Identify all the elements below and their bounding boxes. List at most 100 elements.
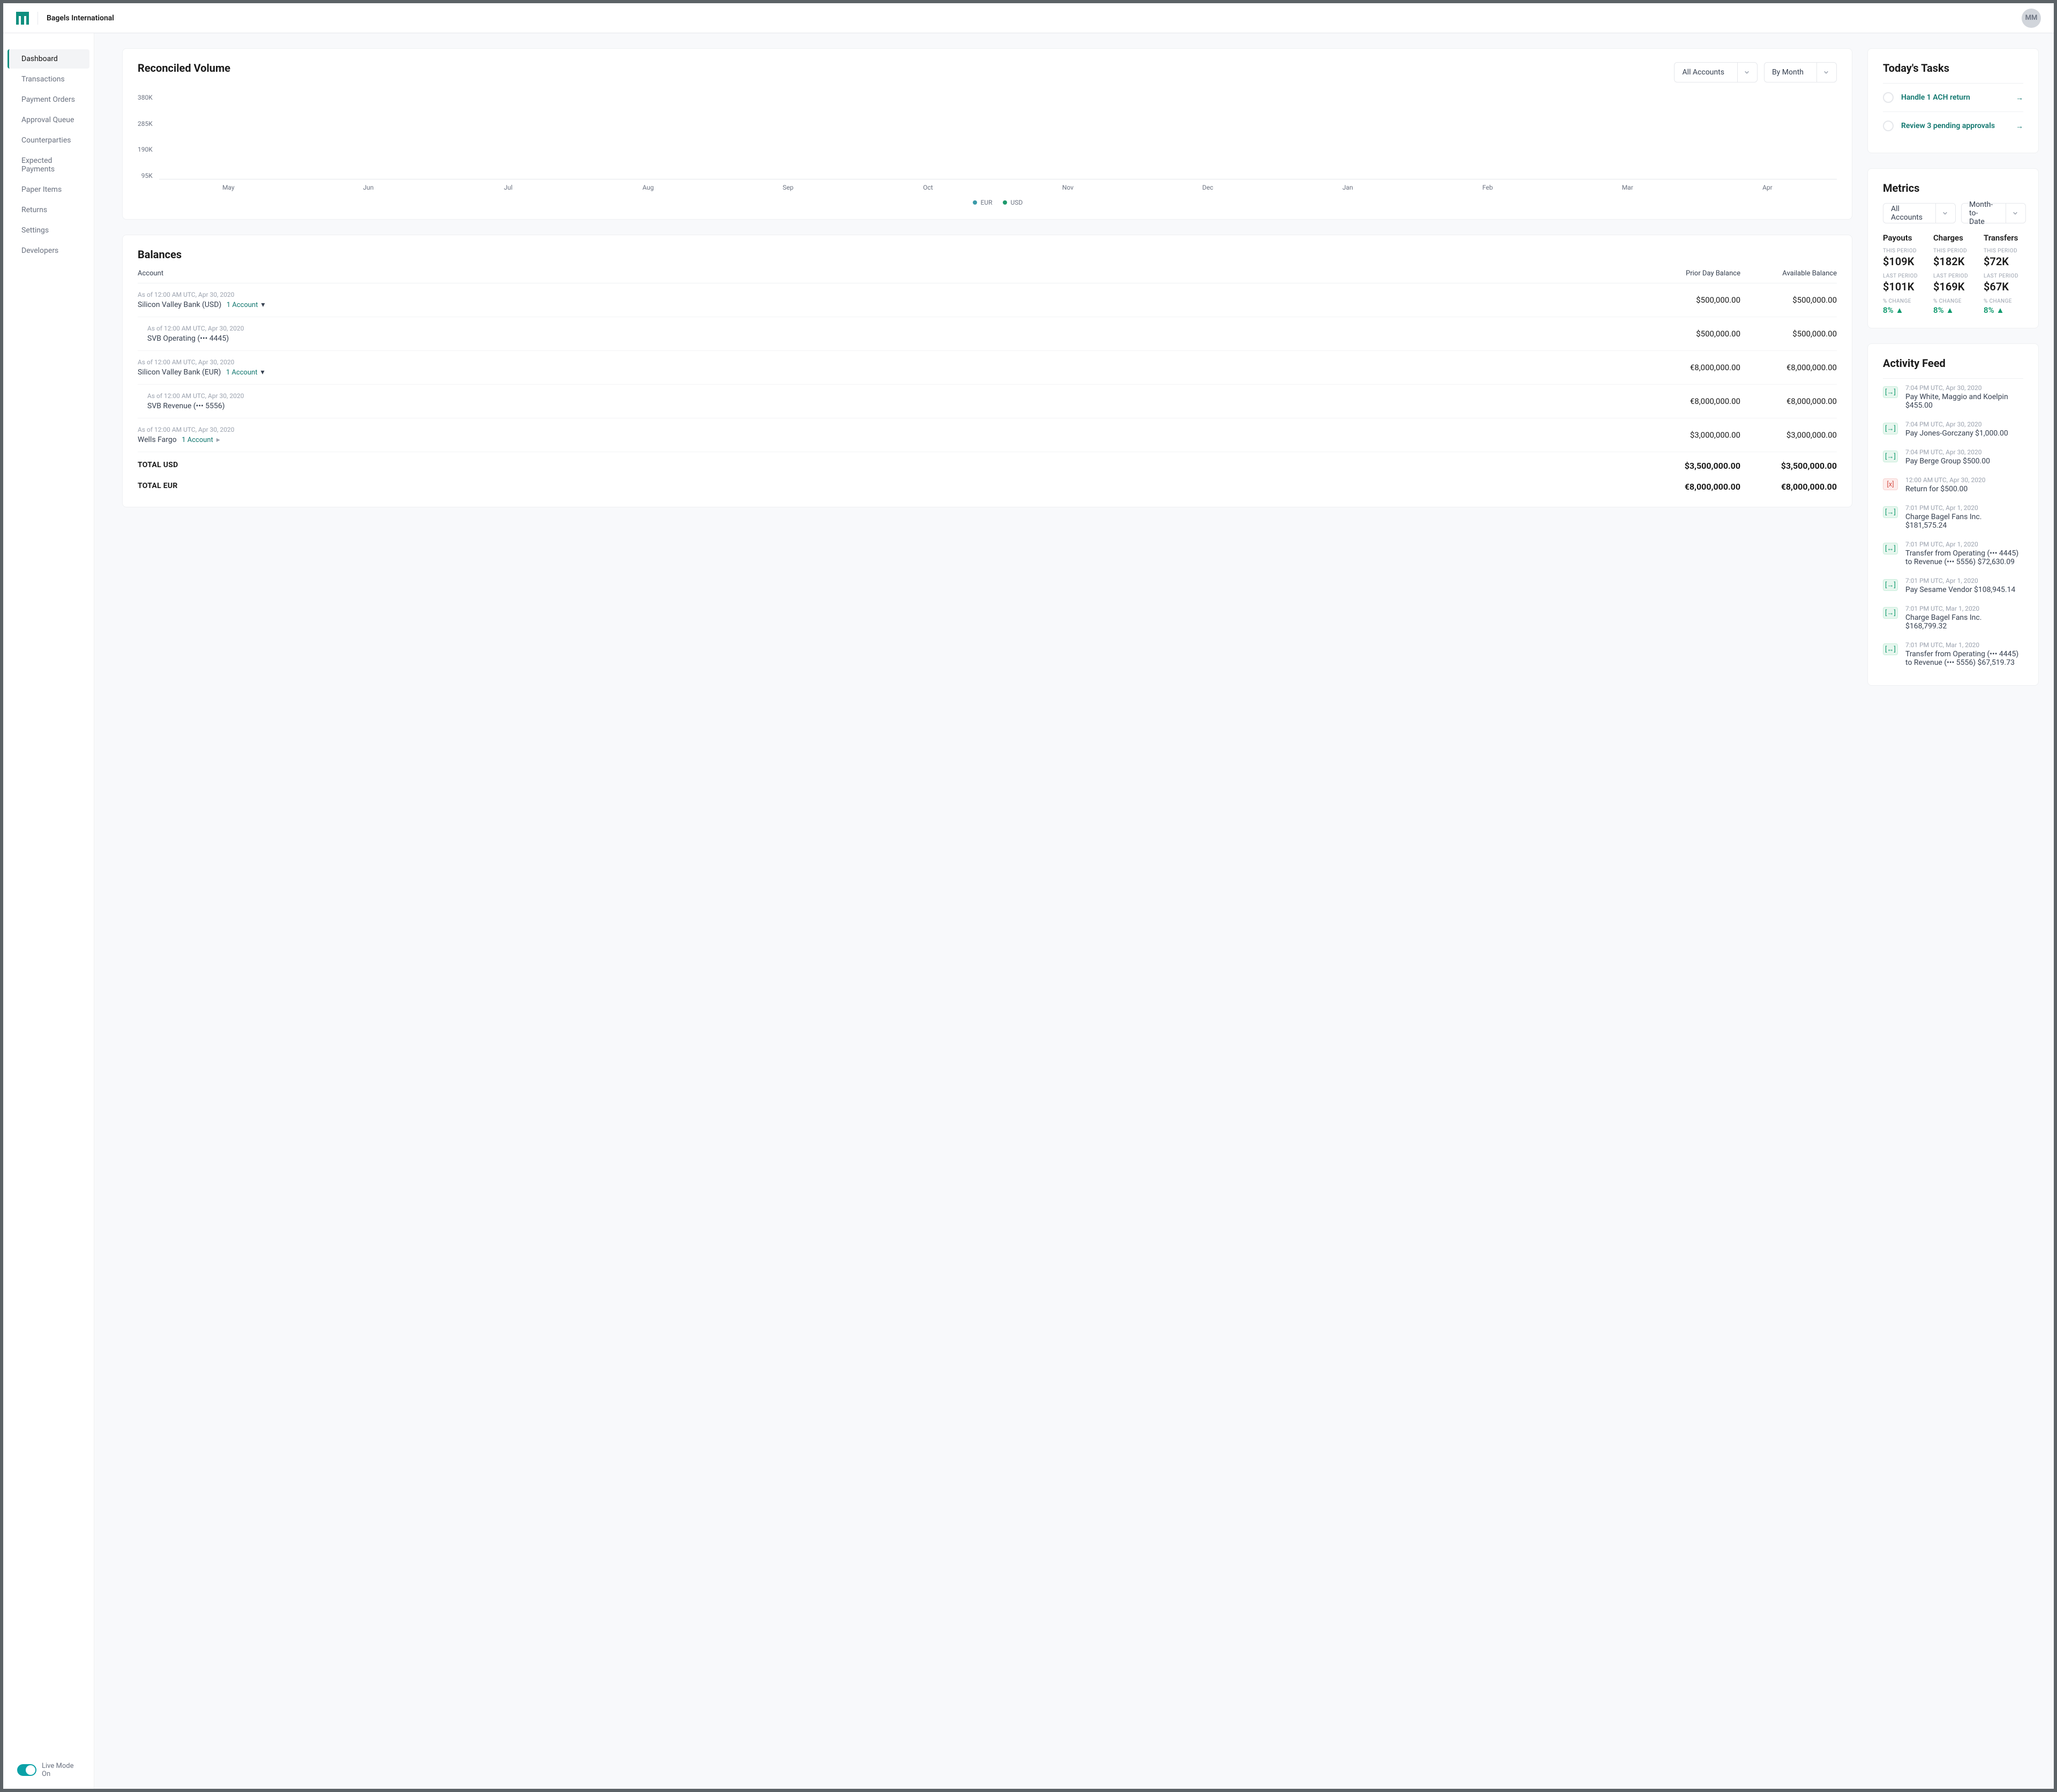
sidebar-item-settings[interactable]: Settings bbox=[7, 221, 89, 240]
activity-item[interactable]: [→] 7:04 PM UTC, Apr 30, 2020 Pay Berge … bbox=[1883, 443, 2023, 471]
activity-item[interactable]: [→] 7:04 PM UTC, Apr 30, 2020 Pay White,… bbox=[1883, 379, 2023, 415]
activity-item[interactable]: [↔] 7:01 PM UTC, Apr 1, 2020 Transfer fr… bbox=[1883, 535, 2023, 572]
sidebar-item-developers[interactable]: Developers bbox=[7, 241, 89, 260]
account-count-chip[interactable]: 1 Account bbox=[227, 301, 258, 309]
available-balance: €8,000,000.00 bbox=[1740, 396, 1837, 406]
total-prior: $3,500,000.00 bbox=[1644, 461, 1740, 471]
account-count-chip[interactable]: 1 Account bbox=[226, 369, 258, 377]
activity-text: Pay Sesame Vendor $108,945.14 bbox=[1905, 586, 2015, 594]
brand: Bagels International bbox=[16, 12, 114, 25]
reconciled-title: Reconciled Volume bbox=[138, 62, 230, 74]
x-label: Nov bbox=[1002, 184, 1134, 191]
metric-name: Payouts bbox=[1883, 233, 1923, 243]
activity-time: 12:00 AM UTC, Apr 30, 2020 bbox=[1905, 476, 1985, 484]
sidebar-item-expected-payments[interactable]: Expected Payments bbox=[7, 151, 89, 179]
balance-total-row: TOTAL USD$3,500,000.00$3,500,000.00 bbox=[138, 452, 1837, 473]
sidebar-item-approval-queue[interactable]: Approval Queue bbox=[7, 110, 89, 130]
task-item[interactable]: Handle 1 ACH return → bbox=[1883, 83, 2023, 111]
available-balance: $500,000.00 bbox=[1740, 295, 1837, 305]
activity-text: Pay Jones-Gorczany $1,000.00 bbox=[1905, 429, 2008, 438]
reconciled-volume-card: Reconciled Volume All Accounts By Month bbox=[122, 48, 1852, 220]
chevron-down-icon bbox=[2013, 211, 2018, 216]
caret-down-icon[interactable]: ▾ bbox=[261, 368, 265, 377]
metrics-range-filter-value: Month-to-Date bbox=[1969, 200, 1993, 226]
balance-account-name: SVB Operating (••• 4445) bbox=[147, 334, 1644, 343]
metrics-title: Metrics bbox=[1883, 182, 2023, 194]
dot-icon bbox=[1003, 200, 1007, 205]
x-label: Mar bbox=[1561, 184, 1694, 191]
metric-this-value: $109K bbox=[1883, 255, 1923, 268]
account-count-chip[interactable]: 1 Account bbox=[182, 436, 213, 444]
balance-group-row: As of 12:00 AM UTC, Apr 30, 2020Wells Fa… bbox=[138, 418, 1837, 452]
task-item[interactable]: Review 3 pending approvals → bbox=[1883, 111, 2023, 140]
activity-item[interactable]: [→] 7:01 PM UTC, Apr 1, 2020 Pay Sesame … bbox=[1883, 572, 2023, 599]
activity-time: 7:04 PM UTC, Apr 30, 2020 bbox=[1905, 421, 2008, 428]
arrow-right-icon: → bbox=[2016, 122, 2023, 131]
metrics-range-filter[interactable]: Month-to-Date bbox=[1961, 203, 2026, 223]
total-label: TOTAL EUR bbox=[138, 482, 1644, 492]
chart-period-filter[interactable]: By Month bbox=[1764, 62, 1837, 83]
chart-account-filter[interactable]: All Accounts bbox=[1674, 62, 1757, 83]
metric-last-value: $169K bbox=[1933, 280, 1973, 293]
metric-charges: Charges THIS PERIOD $182K LAST PERIOD $1… bbox=[1933, 233, 1973, 315]
metrics-account-filter[interactable]: All Accounts bbox=[1883, 203, 1956, 223]
last-period-label: LAST PERIOD bbox=[1933, 273, 1973, 279]
legend-usd: USD bbox=[1003, 199, 1023, 206]
activity-time: 7:01 PM UTC, Mar 1, 2020 bbox=[1905, 605, 2023, 612]
tasks-card: Today's Tasks Handle 1 ACH return → Revi… bbox=[1867, 48, 2039, 153]
metric-last-value: $67K bbox=[1984, 280, 2023, 293]
last-period-label: LAST PERIOD bbox=[1883, 273, 1923, 279]
available-balance: €8,000,000.00 bbox=[1740, 363, 1837, 372]
balance-asof: As of 12:00 AM UTC, Apr 30, 2020 bbox=[147, 392, 1644, 400]
total-prior: €8,000,000.00 bbox=[1644, 482, 1740, 492]
y-tick: 380K bbox=[138, 94, 153, 101]
activity-item[interactable]: [→] 7:01 PM UTC, Apr 1, 2020 Charge Bage… bbox=[1883, 499, 2023, 535]
sidebar-item-counterparties[interactable]: Counterparties bbox=[7, 131, 89, 150]
activity-pay-icon: [→] bbox=[1883, 506, 1898, 518]
activity-text: Pay Berge Group $500.00 bbox=[1905, 457, 1990, 466]
activity-ret-icon: [x] bbox=[1883, 478, 1898, 490]
activity-pay-icon: [→] bbox=[1883, 386, 1898, 398]
live-mode-toggle[interactable] bbox=[17, 1764, 36, 1776]
activity-item[interactable]: [x] 12:00 AM UTC, Apr 30, 2020 Return fo… bbox=[1883, 471, 2023, 499]
sidebar-item-dashboard[interactable]: Dashboard bbox=[7, 49, 89, 69]
sidebar-item-returns[interactable]: Returns bbox=[7, 200, 89, 220]
logo-icon bbox=[16, 12, 29, 25]
balance-asof: As of 12:00 AM UTC, Apr 30, 2020 bbox=[147, 325, 1644, 332]
last-period-label: LAST PERIOD bbox=[1984, 273, 2023, 279]
divider bbox=[37, 12, 38, 25]
activity-time: 7:04 PM UTC, Apr 30, 2020 bbox=[1905, 384, 2023, 392]
metric-transfers: Transfers THIS PERIOD $72K LAST PERIOD $… bbox=[1984, 233, 2023, 315]
total-label: TOTAL USD bbox=[138, 461, 1644, 471]
metric-change-value: 8% ▲ bbox=[1984, 305, 2023, 315]
sidebar-item-paper-items[interactable]: Paper Items bbox=[7, 180, 89, 199]
balances-card: Balances Account Prior Day Balance Avail… bbox=[122, 235, 1852, 507]
chart: 380K285K190K95K MayJunJulAugSepOctNovDec… bbox=[138, 94, 1837, 206]
avatar[interactable]: MM bbox=[2022, 9, 2041, 28]
triangle-up-icon: ▲ bbox=[1896, 305, 1904, 315]
metric-change-value: 8% ▲ bbox=[1933, 305, 1973, 315]
x-label: Feb bbox=[1421, 184, 1553, 191]
activity-pay-icon: [→] bbox=[1883, 451, 1898, 462]
activity-item[interactable]: [→] 7:01 PM UTC, Mar 1, 2020 Charge Bage… bbox=[1883, 599, 2023, 636]
caret-down-icon[interactable]: ▾ bbox=[261, 301, 265, 309]
triangle-up-icon: ▲ bbox=[1946, 305, 1954, 315]
prior-balance: $3,000,000.00 bbox=[1644, 430, 1740, 440]
available-balance: $3,000,000.00 bbox=[1740, 430, 1837, 440]
sidebar-item-transactions[interactable]: Transactions bbox=[7, 70, 89, 89]
sidebar-item-payment-orders[interactable]: Payment Orders bbox=[7, 90, 89, 109]
balance-sub-row: As of 12:00 AM UTC, Apr 30, 2020 SVB Oper… bbox=[138, 317, 1837, 351]
x-label: Apr bbox=[1701, 184, 1834, 191]
balance-bank-name: Silicon Valley Bank (EUR) 1 Account▾ bbox=[138, 368, 1644, 377]
y-tick: 190K bbox=[138, 146, 153, 153]
activity-text: Pay White, Maggio and Koelpin $455.00 bbox=[1905, 393, 2023, 410]
activity-item[interactable]: [→] 7:04 PM UTC, Apr 30, 2020 Pay Jones-… bbox=[1883, 415, 2023, 443]
prior-balance: $500,000.00 bbox=[1644, 329, 1740, 339]
activity-item[interactable]: [↔] 7:01 PM UTC, Mar 1, 2020 Transfer fr… bbox=[1883, 636, 2023, 672]
balance-bank-name: Silicon Valley Bank (USD) 1 Account▾ bbox=[138, 301, 1644, 309]
balance-group-row: As of 12:00 AM UTC, Apr 30, 2020Silicon … bbox=[138, 283, 1837, 317]
caret-right-icon[interactable]: ▸ bbox=[216, 436, 220, 444]
org-name[interactable]: Bagels International bbox=[47, 14, 114, 23]
this-period-label: THIS PERIOD bbox=[1883, 248, 1923, 254]
balance-asof: As of 12:00 AM UTC, Apr 30, 2020 bbox=[138, 426, 1644, 433]
